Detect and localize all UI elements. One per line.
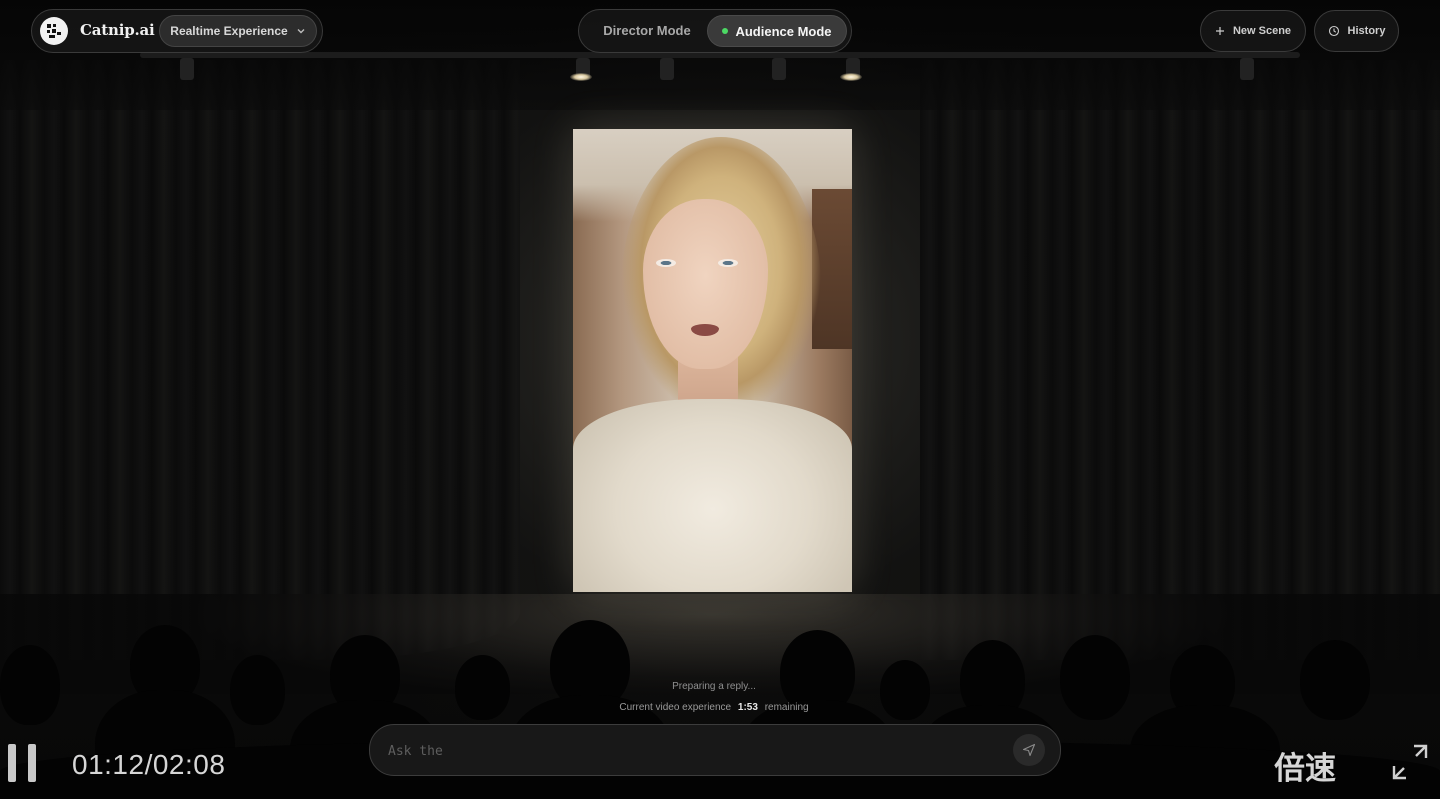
send-icon <box>1022 743 1036 757</box>
brand-name[interactable]: Catnip.ai <box>80 21 155 39</box>
active-status-dot <box>722 28 729 34</box>
preparing-reply-status: Preparing a reply... <box>672 681 756 692</box>
player-timecode: 01:12/02:08 <box>72 749 226 780</box>
history-label: History <box>1347 25 1386 37</box>
experience-prefix: Current video experience <box>619 702 732 713</box>
pause-icon[interactable] <box>8 744 38 782</box>
spotlight-glow <box>570 73 592 81</box>
audience-mode-label: Audience Mode <box>735 23 832 39</box>
director-mode-label: Director Mode <box>603 22 691 38</box>
playback-speed-button[interactable]: 倍速 <box>1274 743 1336 788</box>
experience-select-label: Realtime Experience <box>170 24 288 38</box>
ask-input[interactable] <box>386 737 990 765</box>
director-mode-tab[interactable]: Director Mode <box>585 15 709 45</box>
spotlight <box>660 58 674 80</box>
remaining-suffix: remaining <box>764 702 809 713</box>
experience-select[interactable]: Realtime Experience <box>159 15 317 47</box>
ask-bar <box>369 724 1061 776</box>
new-scene-label: New Scene <box>1232 25 1292 37</box>
experience-remaining-status: Current video experience 1:53 remaining <box>0 702 1428 713</box>
audience-mode-tab[interactable]: Audience Mode <box>707 15 847 47</box>
plus-icon <box>1215 27 1224 35</box>
new-scene-button[interactable]: New Scene <box>1200 10 1306 52</box>
fullscreen-icon[interactable] <box>1392 744 1428 780</box>
brand-bar: Catnip.ai Realtime Experience <box>31 9 323 53</box>
video-eye <box>656 259 676 267</box>
spotlight <box>772 58 786 80</box>
character-video <box>573 129 852 592</box>
curtain-left <box>0 60 520 660</box>
history-button[interactable]: History <box>1314 10 1399 52</box>
spotlight <box>180 58 194 80</box>
remaining-time: 1:53 <box>737 702 758 713</box>
video-eye <box>718 259 738 267</box>
chevron-down-icon <box>297 29 305 34</box>
history-icon <box>1328 25 1339 37</box>
send-button[interactable] <box>1013 734 1045 766</box>
video-sweater <box>573 399 852 592</box>
catnip-logo-icon[interactable] <box>40 17 68 45</box>
spotlight <box>1240 58 1254 80</box>
curtain-right <box>920 60 1440 660</box>
spotlight-glow <box>840 73 862 81</box>
theater-stage <box>0 0 1440 799</box>
mode-toggle: Director Mode Audience Mode <box>578 9 852 53</box>
